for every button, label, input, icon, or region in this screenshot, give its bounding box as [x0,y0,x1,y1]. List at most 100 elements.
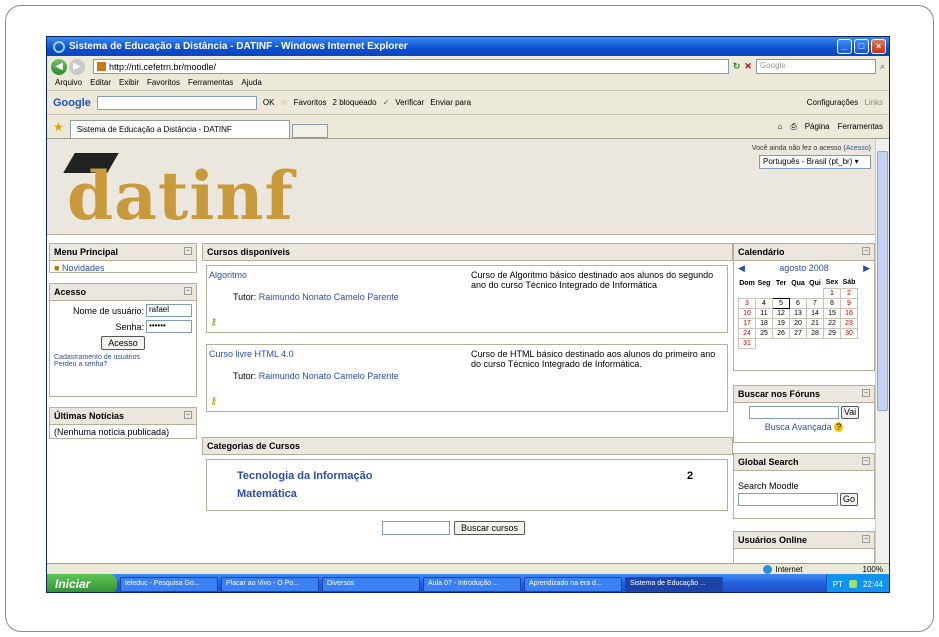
taskbar-item[interactable]: Placar ao Vivo - O Po... [221,576,319,592]
menu-ajuda[interactable]: Ajuda [241,78,261,89]
maximize-button[interactable]: □ [854,39,869,54]
menu-favoritos[interactable]: Favoritos [147,78,180,89]
calendar-month[interactable]: agosto 2008 [779,263,829,274]
menu-arquivo[interactable]: Arquivo [55,78,82,89]
calendar-day[interactable]: 17 [738,317,756,329]
calendar-day[interactable]: 21 [806,317,824,329]
calendar-day[interactable]: 18 [755,317,773,329]
links-label[interactable]: Links [864,98,883,107]
taskbar-item[interactable]: teleduc - Pesquisa Go... [120,576,218,592]
forgot-password-link[interactable]: Perdeu a senha? [54,361,192,368]
taskbar-item[interactable]: Aula 07 - Introdução ... [423,576,521,592]
menu-editar[interactable]: Editar [90,78,111,89]
password-field[interactable]: •••••• [146,320,192,333]
start-button[interactable]: Iniciar [47,574,117,592]
signup-link[interactable]: Cadastramento de usuários [54,354,192,361]
taskbar-item[interactable]: Aprendizado na era d... [524,576,622,592]
advanced-search-link[interactable]: Busca Avançada ? [734,422,874,432]
tools-menu[interactable]: Ferramentas [838,122,883,132]
zoom-level[interactable]: 100% [863,565,883,574]
next-month-icon[interactable]: ▶ [863,263,870,274]
vertical-scrollbar[interactable] [875,139,889,563]
course-link[interactable]: Curso livre HTML 4.0 [209,349,294,359]
calendar-day[interactable]: 24 [738,327,756,339]
taskbar-item[interactable]: Diversos [322,576,420,592]
tutor-link[interactable]: Raimundo Nonato Camelo Parente [259,371,399,381]
course-link[interactable]: Algoritmo [209,270,247,280]
calendar-day[interactable]: 11 [755,307,773,319]
tray-icon[interactable] [848,580,857,588]
calendar-day[interactable]: 31 [738,337,756,349]
home-icon[interactable]: ⌂ [777,122,782,132]
calendar-day[interactable]: 20 [789,317,807,329]
calendar-day[interactable]: 25 [755,327,773,339]
menu-exibir[interactable]: Exibir [119,78,139,89]
calendar-day[interactable]: 5 [772,297,790,309]
back-button[interactable]: ◀ [51,58,67,75]
calendar-day[interactable]: 16 [840,307,858,319]
calendar-day[interactable]: 13 [789,307,807,319]
calendar-day[interactable]: 15 [823,307,841,319]
scroll-thumb[interactable] [877,151,888,411]
address-bar[interactable]: http://nti.cefetrn.br/moodle/ [93,59,729,74]
google-search-box[interactable] [96,95,257,110]
calendar-day[interactable]: 19 [772,317,790,329]
calendar-day[interactable]: 1 [823,287,841,299]
calendar-day[interactable]: 7 [806,297,824,309]
global-search-go-button[interactable]: Go [840,493,859,506]
calendar-day[interactable]: 4 [755,297,773,309]
google-go-button[interactable]: OK [263,98,275,107]
minimize-button[interactable]: _ [837,39,852,54]
course-description: Curso de Algoritmo básico destinado aos … [471,270,714,290]
calendar-day[interactable]: 23 [840,317,858,329]
course-search-input[interactable] [382,521,450,535]
language-indicator[interactable]: PT [833,580,843,589]
calendar-day[interactable]: 22 [823,317,841,329]
configuracoes-button[interactable]: Configurações [807,98,859,107]
online-users-title: Usuários Online – [734,532,874,549]
search-courses-button[interactable]: Buscar cursos [454,521,526,535]
calendar-day[interactable]: 26 [772,327,790,339]
popup-blocked-label[interactable]: 2 bloqueado [333,98,377,107]
calendar-day[interactable]: 2 [840,287,858,299]
calendar-day[interactable]: 6 [789,297,807,309]
calendar-day[interactable]: 10 [738,307,756,319]
calendar-day[interactable]: 8 [823,297,841,309]
category-link[interactable]: Tecnologia da Informação [237,470,373,482]
calendar-day[interactable]: 28 [806,327,824,339]
login-button[interactable]: Acesso [101,336,145,350]
search-icon[interactable]: ⌕ [880,61,885,72]
enviar-para-button[interactable]: Enviar para [430,98,471,107]
forum-search-input[interactable] [748,406,839,419]
favorites-star-icon[interactable]: ★ [53,120,64,134]
calendar-day[interactable]: 9 [840,297,858,309]
forum-go-button[interactable]: Vai [840,406,860,419]
search-box[interactable]: Google [755,59,876,74]
username-field[interactable]: rafael [146,304,192,317]
refresh-icon[interactable]: ↻ [733,61,741,72]
calendar-day[interactable]: 12 [772,307,790,319]
calendar-day[interactable]: 3 [738,297,756,309]
calendar-day[interactable]: 30 [840,327,858,339]
login-note-link[interactable]: Acesso [846,145,869,152]
language-select[interactable]: Português - Brasil (pt_br) ▾ [759,155,871,169]
taskbar-item-active[interactable]: Sistema de Educação ... [625,576,723,592]
calendar-day[interactable]: 14 [806,307,824,319]
calendar-day[interactable]: 29 [823,327,841,339]
favoritos-button[interactable]: Favoritos [294,98,327,107]
category-link[interactable]: Matemática [237,488,297,500]
menu-ferramentas[interactable]: Ferramentas [188,78,233,89]
tutor-link[interactable]: Raimundo Nonato Camelo Parente [259,292,399,302]
verificar-button[interactable]: Verificar [395,98,424,107]
global-search-input[interactable] [738,493,838,506]
tab-current[interactable]: Sistema de Educação a Distância - DATINF [69,120,290,138]
prev-month-icon[interactable]: ◀ [738,263,745,274]
forward-button[interactable]: ▶ [69,58,85,75]
new-tab-button[interactable] [291,123,328,138]
page-menu[interactable]: Página [805,122,830,132]
novidades-link[interactable]: ■ Novidades [50,261,196,275]
calendar-day[interactable]: 27 [789,327,807,339]
stop-icon[interactable]: ✕ [744,61,752,72]
print-icon[interactable]: ⎙ [790,122,796,132]
close-button[interactable]: × [871,39,886,54]
